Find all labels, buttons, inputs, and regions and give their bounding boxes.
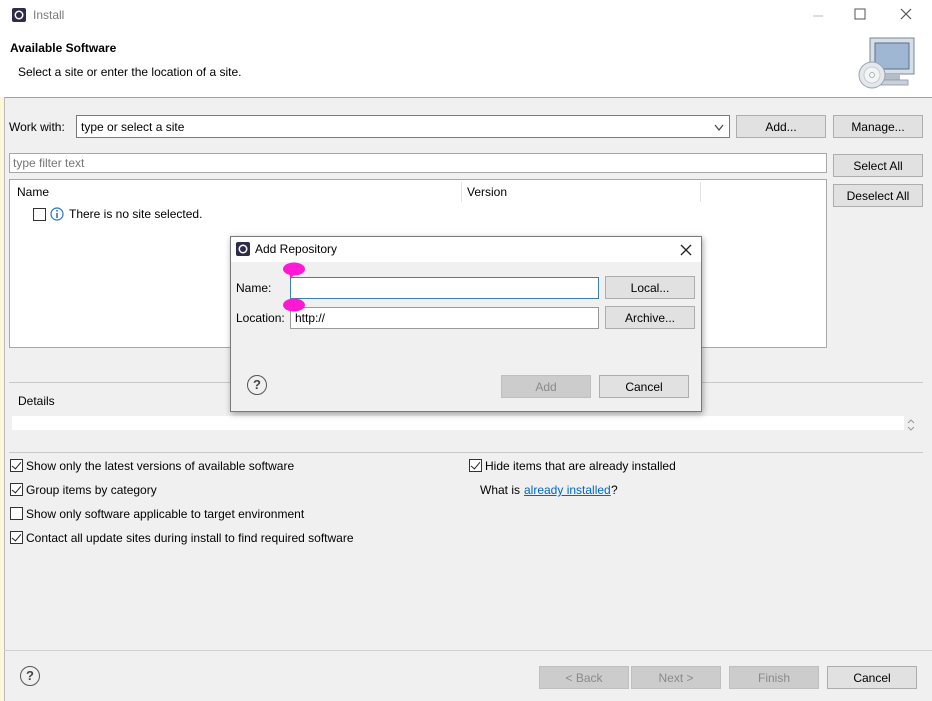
- dialog-cancel-button[interactable]: Cancel: [599, 375, 689, 398]
- minimize-icon[interactable]: [808, 8, 828, 24]
- footer-separator: [4, 650, 932, 651]
- work-with-label: Work with:: [9, 120, 65, 134]
- hide-installed-label: Hide items that are already installed: [485, 459, 676, 473]
- row-name: There is no site selected.: [69, 207, 203, 221]
- back-button[interactable]: < Back: [539, 666, 629, 689]
- local-button[interactable]: Local...: [605, 276, 695, 299]
- help-icon[interactable]: ?: [20, 666, 40, 686]
- location-input[interactable]: [290, 307, 599, 329]
- group-by-category-label: Group items by category: [26, 483, 157, 497]
- latest-versions-checkbox[interactable]: [10, 459, 23, 472]
- dialog-help-icon[interactable]: ?: [247, 375, 267, 395]
- row-checkbox[interactable]: [33, 208, 46, 221]
- page-subtitle: Select a site or enter the location of a…: [18, 65, 242, 79]
- pointer-marker: [282, 261, 306, 281]
- dialog-title: Add Repository: [255, 242, 338, 256]
- select-all-button[interactable]: Select All: [833, 154, 923, 177]
- target-env-label: Show only software applicable to target …: [26, 507, 305, 521]
- title-bar: Install: [0, 0, 932, 31]
- add-site-button[interactable]: Add...: [736, 115, 826, 138]
- window-title: Install: [33, 8, 65, 22]
- pointer-marker: [282, 296, 306, 316]
- finish-button[interactable]: Finish: [729, 666, 819, 689]
- scroll-arrows-icon[interactable]: [906, 417, 916, 433]
- maximize-icon[interactable]: [850, 6, 870, 24]
- contact-sites-checkbox[interactable]: [10, 531, 23, 544]
- column-divider: [461, 182, 462, 202]
- cancel-button[interactable]: Cancel: [827, 666, 917, 689]
- column-header-version[interactable]: Version: [467, 185, 507, 199]
- work-with-combo[interactable]: type or select a site: [76, 115, 730, 138]
- hide-installed-checkbox[interactable]: [469, 459, 482, 472]
- table-row[interactable]: There is no site selected.: [10, 204, 826, 224]
- latest-versions-label: Show only the latest versions of availab…: [26, 459, 295, 473]
- name-input[interactable]: [290, 277, 599, 299]
- install-computer-icon: [856, 35, 918, 93]
- close-icon[interactable]: [896, 6, 916, 24]
- options-separator: [9, 452, 923, 453]
- filter-input[interactable]: [9, 153, 827, 173]
- deselect-all-button[interactable]: Deselect All: [833, 184, 923, 207]
- details-label: Details: [18, 394, 55, 408]
- info-icon: [50, 207, 64, 221]
- location-label: Location:: [236, 311, 285, 325]
- archive-button[interactable]: Archive...: [605, 306, 695, 329]
- left-edge: [0, 97, 5, 701]
- eclipse-icon: [235, 241, 251, 257]
- what-is-prefix: What is: [480, 483, 521, 497]
- page-title: Available Software: [10, 41, 117, 55]
- dialog-close-icon[interactable]: [678, 242, 694, 258]
- column-divider: [700, 182, 701, 202]
- manage-button[interactable]: Manage...: [833, 115, 923, 138]
- next-button[interactable]: Next >: [631, 666, 721, 689]
- chevron-down-icon[interactable]: [713, 122, 725, 132]
- eclipse-icon: [11, 7, 27, 23]
- target-env-checkbox[interactable]: [10, 507, 23, 520]
- dialog-title-bar: Add Repository: [231, 237, 701, 262]
- dialog-add-button[interactable]: Add: [501, 375, 591, 398]
- header-banner: Available Software Select a site or ente…: [0, 31, 932, 98]
- name-label: Name:: [236, 281, 272, 295]
- work-with-value: type or select a site: [81, 120, 185, 134]
- group-by-category-checkbox[interactable]: [10, 483, 23, 496]
- column-header-name[interactable]: Name: [17, 185, 49, 199]
- contact-sites-label: Contact all update sites during install …: [26, 531, 354, 545]
- details-text: [12, 416, 904, 430]
- already-installed-link[interactable]: already installed: [524, 483, 611, 497]
- what-is-suffix: ?: [611, 483, 618, 497]
